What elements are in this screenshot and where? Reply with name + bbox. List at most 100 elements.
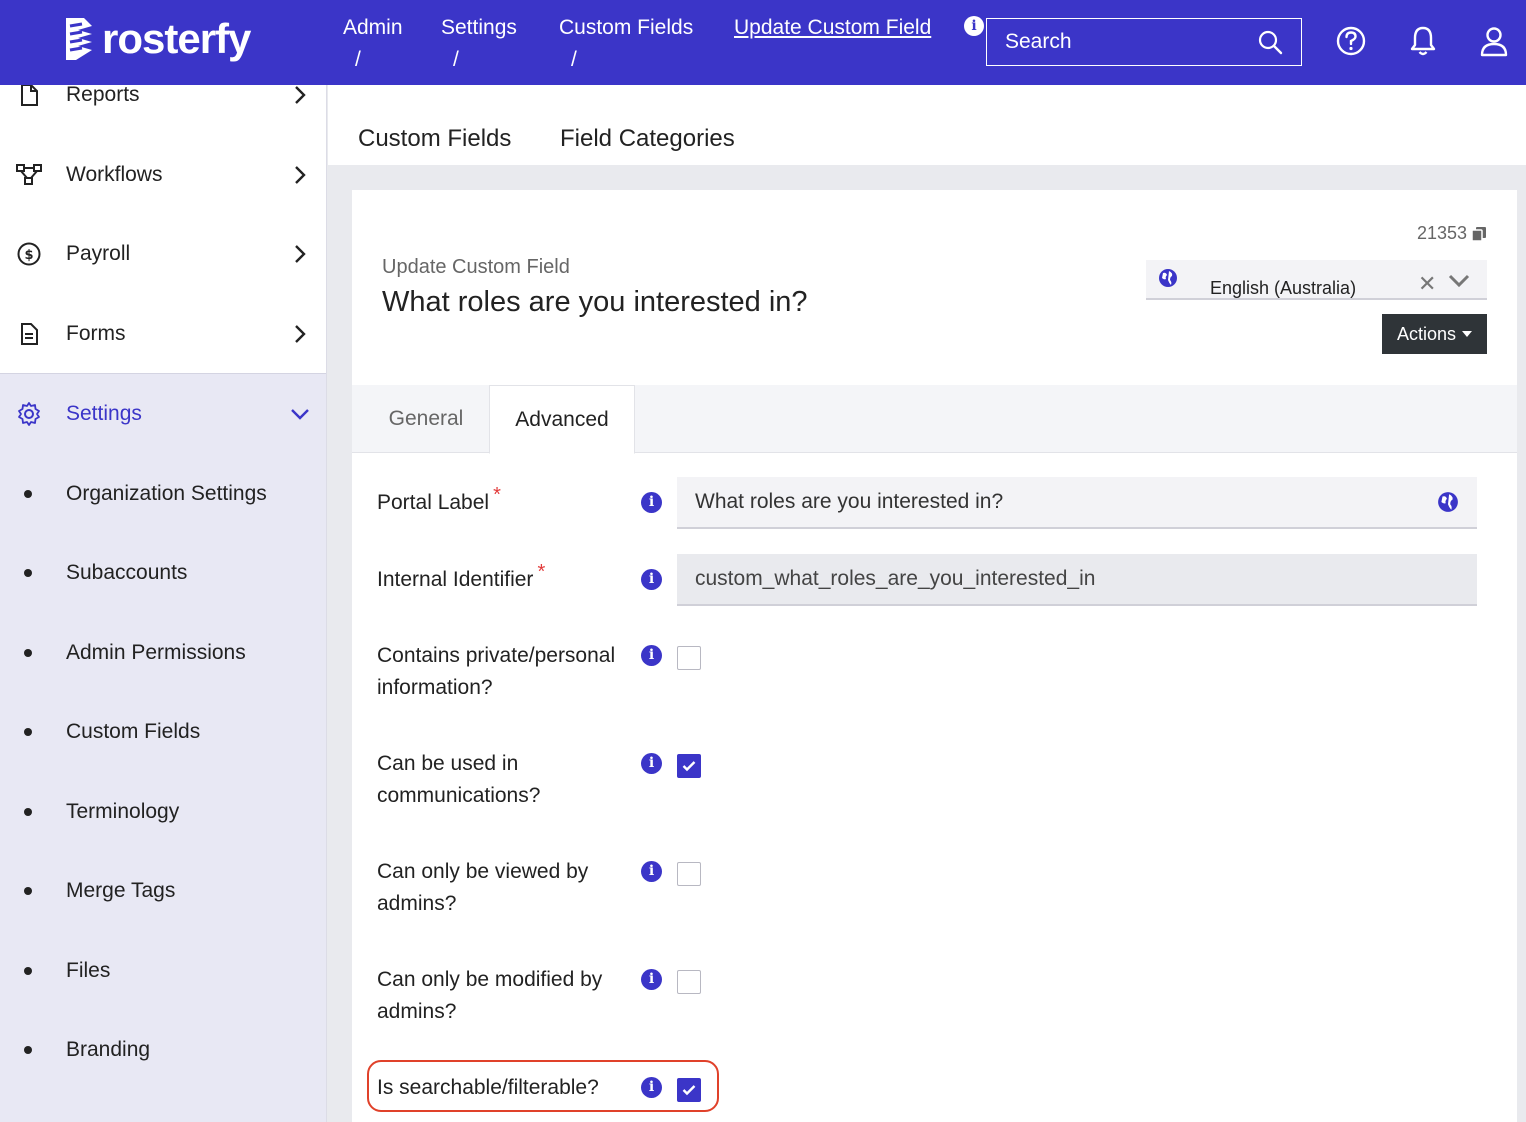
info-icon[interactable]: i [641, 1077, 662, 1098]
internal-identifier-input[interactable]: custom_what_roles_are_you_interested_in [677, 554, 1477, 606]
sidebar-subitem-label: Admin Permissions [66, 641, 246, 664]
searchable-checkbox[interactable] [677, 1078, 701, 1102]
breadcrumb-separator: / [571, 48, 577, 71]
bullet [24, 649, 32, 657]
sidebar-item-label: Forms [66, 322, 126, 345]
sidebar-subitem-label: Custom Fields [66, 720, 201, 743]
form-icon [21, 323, 38, 345]
brand-name: rosterfy [102, 15, 251, 62]
tab-advanced[interactable]: Advanced [489, 385, 635, 454]
sidebar-subitem-label: Subaccounts [66, 561, 188, 584]
portal-label-input[interactable]: What roles are you interested in? [677, 477, 1477, 529]
tab-general[interactable]: General [362, 385, 490, 453]
tab-field-categories[interactable]: Field Categories [560, 125, 735, 153]
checkmark-icon [682, 761, 696, 772]
record-id: 21353 [1417, 223, 1487, 244]
bullet [24, 1046, 32, 1054]
caret-down-icon [1462, 331, 1473, 337]
info-icon[interactable]: i [641, 861, 662, 882]
sidebar-subitem-label: Files [66, 959, 111, 982]
info-icon[interactable]: i [641, 969, 662, 990]
sidebar-subitem-files[interactable]: Files [0, 951, 326, 991]
portal-label-label: Portal Label * [377, 484, 637, 519]
sidebar-item-settings[interactable]: Settings [0, 374, 326, 454]
tab-custom-fields[interactable]: Custom Fields [358, 125, 511, 153]
breadcrumb-label: Settings [441, 16, 517, 39]
workflow-icon [16, 164, 42, 185]
search-box[interactable]: Search [986, 18, 1302, 66]
admin-modify-checkbox[interactable] [677, 970, 701, 994]
rosterfy-logo-mark-icon [66, 18, 92, 60]
sidebar-item-label: Workflows [66, 163, 163, 186]
required-marker: * [493, 484, 501, 506]
dollar-icon: $ [17, 242, 41, 266]
sidebar-item-forms[interactable]: Forms [0, 294, 326, 374]
user-icon[interactable] [1478, 24, 1510, 58]
sidebar-settings-section: Settings Organization Settings Subaccoun… [0, 373, 326, 1122]
chevron-right-icon [295, 245, 306, 263]
internal-identifier-label: Internal Identifier * [377, 561, 637, 596]
record-id-value: 21353 [1416, 223, 1467, 243]
breadcrumb-update-custom-field[interactable]: Update Custom Field [734, 12, 934, 44]
info-icon[interactable]: i [641, 492, 662, 513]
bullet [24, 728, 32, 736]
sidebar-subitem-merge-tags[interactable]: Merge Tags [0, 871, 326, 911]
top-navigation-bar: rosterfy Admin / Settings / Custom Field… [0, 0, 1526, 85]
sidebar-subitem-organization-settings[interactable]: Organization Settings [0, 474, 326, 514]
bell-icon[interactable] [1407, 24, 1439, 58]
globe-icon[interactable] [1437, 491, 1459, 513]
sidebar-subitem-label: Merge Tags [66, 879, 176, 902]
chevron-right-icon [295, 325, 306, 343]
sidebar-item-payroll[interactable]: $ Payroll [0, 214, 326, 294]
page-subtitle: Update Custom Field [382, 256, 570, 278]
breadcrumb-admin[interactable]: Admin / [343, 12, 403, 76]
sidebar-subitem-admin-permissions[interactable]: Admin Permissions [0, 633, 326, 673]
sidebar-subitem-branding[interactable]: Branding [0, 1030, 326, 1070]
info-icon[interactable]: i [641, 569, 662, 590]
file-icon [21, 85, 38, 106]
chevron-down-icon [291, 409, 309, 420]
info-icon[interactable]: i [964, 16, 984, 36]
admin-view-label: Can only be viewed by admins? [377, 860, 589, 915]
breadcrumb-separator: / [355, 48, 361, 71]
communications-label: Can be used in communications? [377, 752, 541, 807]
private-info-label: Contains private/personal information? [377, 644, 616, 699]
required-marker: * [537, 561, 546, 583]
field-label-text: Internal Identifier [377, 568, 534, 591]
copy-icon[interactable] [1471, 226, 1487, 242]
sidebar-item-reports[interactable]: Reports [0, 85, 326, 135]
breadcrumb-custom-fields[interactable]: Custom Fields / [559, 12, 693, 76]
private-info-checkbox[interactable] [677, 646, 701, 670]
help-icon[interactable] [1335, 24, 1367, 58]
sidebar-subitem-subaccounts[interactable]: Subaccounts [0, 553, 326, 593]
admin-modify-label: Can only be modified by admins? [377, 968, 603, 1023]
searchable-label: Is searchable/filterable? [377, 1076, 599, 1099]
info-icon[interactable]: i [641, 645, 662, 666]
breadcrumb-label: Admin [343, 16, 403, 39]
chevron-right-icon [295, 166, 306, 184]
rosterfy-logo[interactable]: rosterfy [64, 15, 251, 62]
sidebar-subitem-terminology[interactable]: Terminology [0, 792, 326, 832]
bullet [24, 490, 32, 498]
custom-field-card: 21353 Update Custom Field What roles are… [352, 190, 1517, 1122]
chevron-down-icon[interactable] [1448, 274, 1470, 288]
breadcrumb-settings[interactable]: Settings / [441, 12, 517, 76]
sidebar-subitem-label: Organization Settings [66, 482, 267, 505]
search-input[interactable]: Search [1005, 30, 1257, 54]
info-icon[interactable]: i [641, 753, 662, 774]
field-label-text: Portal Label [377, 491, 490, 514]
chevron-right-icon [295, 86, 306, 104]
sidebar-subitem-label: Branding [66, 1038, 151, 1061]
sidebar-item-workflows[interactable]: Workflows [0, 135, 326, 215]
clear-icon[interactable]: ✕ [1418, 273, 1436, 295]
admin-view-checkbox[interactable] [677, 862, 701, 886]
bullet [24, 569, 32, 577]
communications-checkbox[interactable] [677, 754, 701, 778]
sidebar-subitem-custom-fields[interactable]: Custom Fields [0, 712, 326, 752]
sidebar: Reports Workflows $ Payroll Forms Settin… [0, 85, 327, 1122]
language-select[interactable]: English (Australia) ✕ [1146, 260, 1487, 300]
gear-icon [18, 402, 40, 426]
portal-label-value: What roles are you interested in? [695, 490, 1004, 513]
actions-dropdown-button[interactable]: Actions [1382, 314, 1487, 354]
search-icon[interactable] [1257, 29, 1283, 55]
